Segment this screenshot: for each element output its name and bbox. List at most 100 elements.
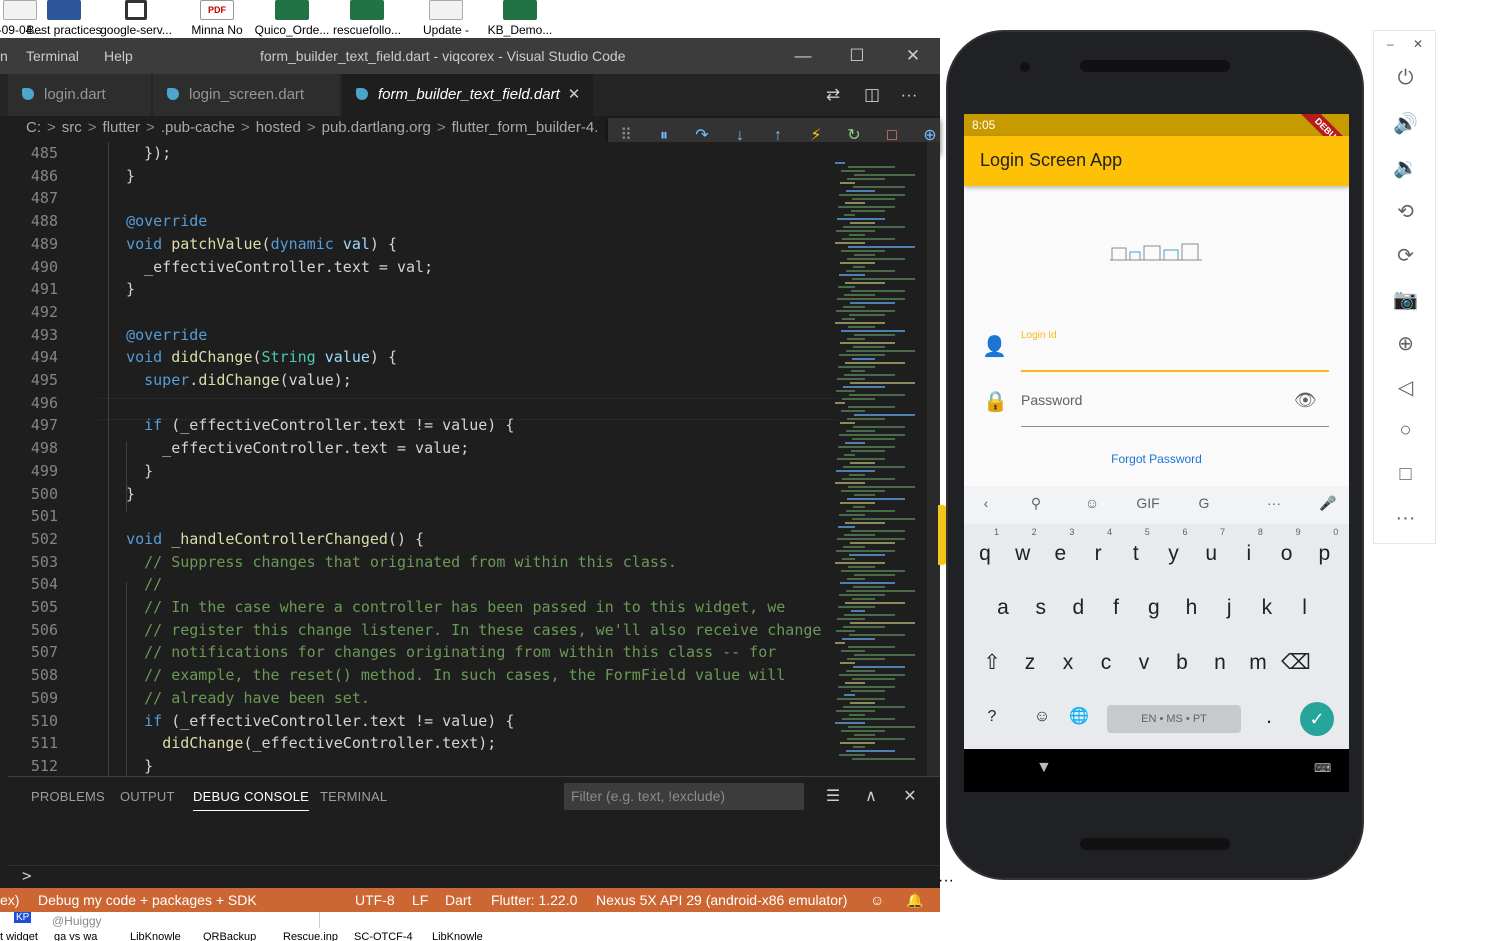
key-j[interactable]: j [1213, 588, 1245, 628]
maximize-panel-icon[interactable]: ∧ [859, 785, 883, 809]
code-editor[interactable]: 485 486 487 488 489 490 491 492 493 494 495 496 497 4… [8, 142, 940, 776]
key-emoji[interactable]: ☺ [1026, 697, 1058, 737]
desktop-icon-label[interactable]: LibKnowle [130, 931, 181, 941]
open-changes-icon[interactable]: ⇄ [820, 82, 846, 108]
desktop-icon[interactable]: google-serv... [96, 0, 176, 38]
key-g[interactable]: g [1138, 588, 1170, 628]
more-actions-icon[interactable]: ··· [896, 82, 922, 108]
split-editor-icon[interactable]: ◫ [859, 82, 885, 108]
status-device[interactable]: Nexus 5X API 29 (android-x86 emulator) [596, 888, 847, 912]
desktop-icon-label[interactable]: ga vs wa [54, 931, 97, 941]
desktop-icon[interactable]: rescuefollo... [327, 0, 407, 38]
status-launch[interactable]: ex) [0, 888, 19, 912]
key-enter-check-icon[interactable]: ✓ [1300, 702, 1334, 736]
key-k[interactable]: k [1251, 588, 1283, 628]
rotate-right-icon[interactable]: ⟳ [1374, 243, 1437, 268]
key-i[interactable]: i8 [1233, 527, 1265, 574]
menu-terminal[interactable]: Terminal [26, 48, 79, 64]
tab-problems[interactable]: PROBLEMS [31, 789, 105, 804]
menu-help[interactable]: Help [104, 48, 133, 64]
camera-icon[interactable]: 📷 [1374, 287, 1437, 312]
key-w[interactable]: w2 [1007, 527, 1039, 574]
key-b[interactable]: b [1166, 643, 1198, 683]
breadcrumb-item[interactable]: hosted [256, 119, 301, 136]
keyboard-toolbar-icon[interactable]: GIF [1134, 495, 1162, 511]
tab-close-icon[interactable]: ✕ [568, 74, 581, 116]
key-l[interactable]: l [1289, 588, 1321, 628]
desktop-icon-label[interactable]: Rescue.inp [283, 931, 338, 941]
key-o[interactable]: o9 [1271, 527, 1303, 574]
keyboard-toolbar-icon[interactable]: ☺ [1078, 495, 1106, 511]
login-id-input[interactable] [1021, 370, 1329, 372]
key-symbols[interactable]: ?123 [976, 697, 1008, 765]
keyboard-toolbar-icon[interactable]: 🎤 [1314, 495, 1342, 512]
key-q[interactable]: q1 [969, 527, 1001, 574]
tab-terminal[interactable]: TERMINAL [320, 789, 387, 804]
password-input[interactable]: Password [1021, 392, 1082, 408]
key-c[interactable]: c [1090, 643, 1122, 683]
desktop-icon[interactable]: Best practices [24, 0, 104, 38]
key-p[interactable]: p0 [1308, 527, 1340, 574]
menu-view[interactable]: n [0, 48, 8, 64]
key-space[interactable]: EN • MS • PT [1107, 705, 1241, 733]
keyboard-toolbar-icon[interactable]: G [1190, 495, 1218, 511]
volume-up-icon[interactable]: 🔊 [1374, 111, 1437, 136]
back-icon[interactable]: ◁ [1374, 375, 1437, 400]
home-icon[interactable]: ○ [1374, 419, 1437, 442]
tab-output[interactable]: OUTPUT [120, 789, 175, 804]
key-backspace-icon[interactable]: ⌫ [1280, 643, 1312, 683]
key-a[interactable]: a [987, 588, 1019, 628]
desktop-icon[interactable]: Quico_Orde... [252, 0, 332, 38]
nav-back-icon[interactable]: ▼ [1036, 759, 1052, 777]
key-z[interactable]: z [1014, 643, 1046, 683]
key-r[interactable]: r4 [1082, 527, 1114, 574]
key-n[interactable]: n [1204, 643, 1236, 683]
breadcrumb-item[interactable]: src [62, 119, 82, 136]
eye-icon[interactable]: 👁 [1294, 390, 1317, 411]
emulator-close-button[interactable]: ✕ [1413, 37, 1423, 51]
more-icon[interactable]: ··· [1374, 507, 1437, 530]
close-button[interactable]: ✕ [890, 42, 936, 70]
key-globe-icon[interactable]: 🌐 [1063, 697, 1095, 737]
maximize-button[interactable]: ☐ [834, 42, 880, 70]
key-t[interactable]: t5 [1120, 527, 1152, 574]
desktop-icon[interactable]: KB_Demo... [480, 0, 560, 38]
tab-login-dart[interactable]: login.dart [8, 74, 152, 116]
desktop-icon[interactable]: Update - [406, 0, 486, 38]
status-flutter-version[interactable]: Flutter: 1.22.0 [491, 888, 577, 912]
rotate-left-icon[interactable]: ⟲ [1374, 199, 1437, 224]
close-panel-icon[interactable]: ✕ [898, 785, 922, 809]
keyboard-toolbar-icon[interactable]: ··· [1260, 495, 1288, 511]
key-s[interactable]: s [1025, 588, 1057, 628]
breadcrumb-item[interactable]: flutter [103, 119, 141, 136]
key-u[interactable]: u7 [1195, 527, 1227, 574]
console-filter-input[interactable]: Filter (e.g. text, !exclude) [564, 783, 804, 810]
overview-icon[interactable]: □ [1374, 463, 1437, 486]
breadcrumb-item[interactable]: flutter_form_builder-4. [452, 119, 599, 136]
key-d[interactable]: d [1062, 588, 1094, 628]
minimize-button[interactable]: — [780, 42, 826, 70]
emulator-minimize-button[interactable]: – [1387, 37, 1394, 51]
key-e[interactable]: e3 [1044, 527, 1076, 574]
desktop-icon-label[interactable]: t widget [0, 931, 38, 941]
desktop-icon-label[interactable]: LibKnowle [432, 931, 483, 941]
key-f[interactable]: f [1100, 588, 1132, 628]
key-v[interactable]: v [1128, 643, 1160, 683]
breadcrumb-item[interactable]: .pub-cache [161, 119, 235, 136]
status-debug-mode[interactable]: Debug my code + packages + SDK [38, 888, 257, 912]
tab-form-builder-text-field[interactable]: form_builder_text_field.dart ✕ [342, 74, 594, 116]
keyboard-toolbar-icon[interactable]: ⚲ [1022, 495, 1050, 512]
editor-scrollbar[interactable] [927, 142, 940, 776]
status-encoding[interactable]: UTF-8 [355, 888, 395, 912]
desktop-icon-label[interactable]: SC-OTCF-4 [354, 931, 413, 941]
key-x[interactable]: x [1052, 643, 1084, 683]
tab-debug-console[interactable]: DEBUG CONSOLE [193, 789, 310, 811]
keyboard-toolbar-icon[interactable]: ‹ [972, 495, 1000, 511]
desktop-icon[interactable]: PDF Minna No [177, 0, 257, 38]
key-shift-icon[interactable]: ⇧ [976, 643, 1008, 683]
zoom-icon[interactable]: ⊕ [1374, 331, 1437, 356]
minimap[interactable] [830, 142, 925, 776]
breadcrumb-item[interactable]: pub.dartlang.org [322, 119, 431, 136]
status-eol[interactable]: LF [412, 888, 428, 912]
keyboard-switch-icon[interactable]: ⌨ [1314, 761, 1331, 775]
